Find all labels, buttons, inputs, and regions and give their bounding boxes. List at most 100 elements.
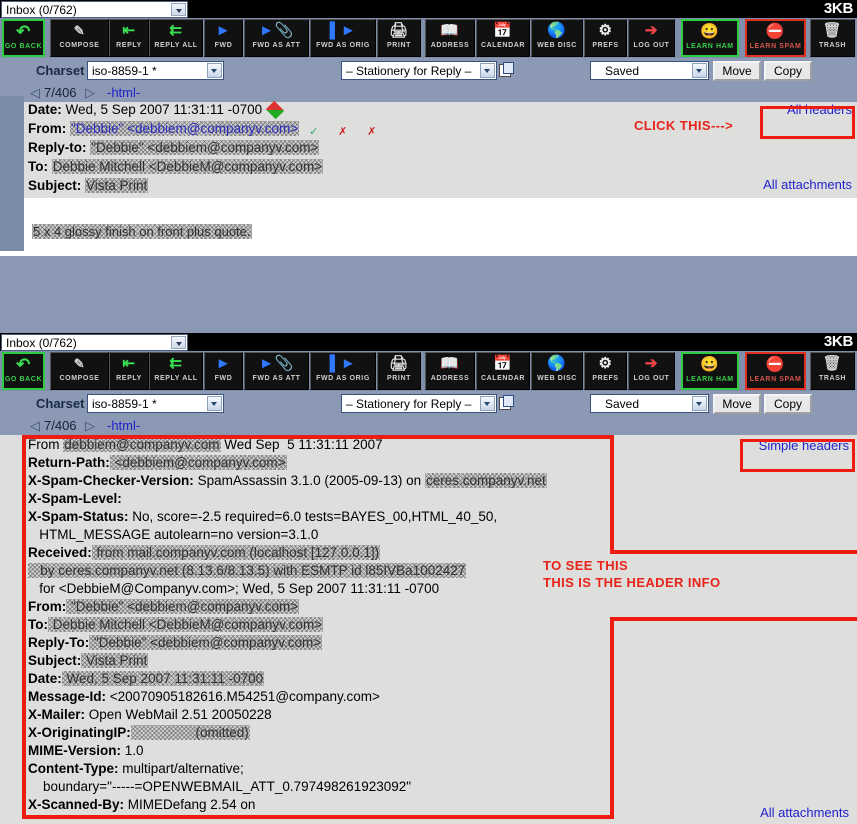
raw-header-line: From: "Debbie" <debbiem@companyv.com> [28, 599, 299, 617]
chevron-down-icon-2[interactable] [171, 336, 186, 349]
html-view-link[interactable]: -html- [107, 418, 140, 433]
copy-button[interactable]: Copy [764, 394, 812, 414]
raw-header-line: X-OriginatingIP: (omitted) [28, 725, 250, 743]
message-counter: 7/406 [44, 85, 77, 100]
chevron-down-icon[interactable] [692, 396, 707, 411]
copy-stationery-icon[interactable] [499, 395, 514, 411]
charset-toolbar-2: Charset iso-8859-1 * – Stationery for Repl… [0, 391, 857, 417]
folder-select[interactable]: Inbox (0/762) [1, 1, 188, 18]
toolbar-button-label: REPLY ALL [154, 42, 198, 49]
delete-contact-icon[interactable]: ✗ [367, 125, 382, 139]
target-folder-select[interactable]: Saved [590, 61, 709, 80]
stationery-select[interactable]: – Stationery for Reply – [341, 394, 497, 413]
copy-button[interactable]: Copy [764, 61, 812, 81]
raw-header-name: MIME-Version: [28, 743, 122, 758]
prev-message-button[interactable]: ◁ [30, 418, 40, 434]
copy-stationery-icon[interactable] [499, 62, 514, 78]
charset-select[interactable]: iso-8859-1 * [87, 394, 224, 413]
toolbar-button-compose[interactable]: ✎ COMPOSE [50, 19, 109, 57]
toolbar-button-reply[interactable]: ⇤ REPLY [109, 19, 149, 57]
toolbar-button-label: ADDRESS [430, 42, 470, 49]
add-contact-icon[interactable]: ✓ [309, 125, 324, 139]
toolbar-button-compose[interactable]: ✎ COMPOSE [50, 352, 109, 390]
toolbar-button-label: GO BACK [4, 376, 43, 383]
toolbar-button-fwd-as-att[interactable]: ►📎 FWD AS ATT [244, 352, 309, 390]
charset-select[interactable]: iso-8859-1 * [87, 61, 224, 80]
toolbar-button-go-back[interactable]: ↶ GO BACK [2, 19, 45, 57]
toolbar-button-reply-all[interactable]: ⇇ REPLY ALL [149, 352, 203, 390]
raw-header-line: From debbiem@companyv.com Wed Sep 5 11:3… [28, 437, 383, 455]
header-field-name: Reply-to: [28, 140, 91, 155]
toolbar-button-prefs[interactable]: ⚙ PREFS [584, 19, 627, 57]
toolbar-button-address[interactable]: 📖 ADDRESS [425, 352, 475, 390]
toolbar-button-trash[interactable]: 🗑 TRASH [810, 19, 855, 57]
toolbar-button-calendar[interactable]: 📅 CALENDAR [476, 19, 530, 57]
all-attachments-link[interactable]: All attachments [763, 177, 852, 192]
toolbar-button-web-disc[interactable]: 🌎 WEB DISC [531, 352, 583, 390]
chevron-down-icon[interactable] [171, 3, 186, 16]
move-button[interactable]: Move [713, 61, 761, 81]
toolbar-button-fwd[interactable]: ► FWD [204, 352, 243, 390]
reply-all-icon: ⇇ [169, 355, 183, 372]
toolbar-button-fwd-as-att[interactable]: ►📎 FWD AS ATT [244, 19, 309, 57]
toolbar-button-learn-spam[interactable]: ⛔ LEARN SPAM [745, 19, 806, 57]
toolbar-button-label: FWD [214, 42, 233, 49]
toolbar-button-label: PRINT [387, 42, 411, 49]
chevron-down-icon[interactable] [480, 63, 495, 78]
stationery-select-value: – Stationery for Reply – [346, 397, 472, 411]
toolbar-button-web-disc[interactable]: 🌎 WEB DISC [531, 19, 583, 57]
prev-message-button[interactable]: ◁ [30, 85, 40, 101]
header-box-outline-right-upper [610, 435, 614, 554]
next-message-button[interactable]: ▷ [85, 418, 95, 434]
toolbar-button-reply[interactable]: ⇤ REPLY [109, 352, 149, 390]
toolbar-button-fwd-as-orig[interactable]: ▌► FWD AS ORIG [310, 352, 376, 390]
chevron-down-icon[interactable] [207, 63, 222, 78]
toolbar-button-address[interactable]: 📖 ADDRESS [425, 19, 475, 57]
toolbar-button-fwd[interactable]: ► FWD [204, 19, 243, 57]
raw-header-name: X-OriginatingIP: [28, 725, 131, 740]
html-view-link[interactable]: -html- [107, 85, 140, 100]
next-arrow-icon: ▷ [85, 85, 95, 100]
toolbar-button-learn-spam[interactable]: ⛔ LEARN SPAM [745, 352, 806, 390]
toolbar-button-prefs[interactable]: ⚙ PREFS [584, 352, 627, 390]
toolbar-button-log-out[interactable]: ➔ LOG OUT [628, 352, 675, 390]
toolbar-button-label: FWD AS ATT [252, 42, 301, 49]
address-book-icon: 📖 [440, 355, 460, 372]
forward-icon: ► [215, 355, 232, 372]
toolbar-button-calendar[interactable]: 📅 CALENDAR [476, 352, 530, 390]
folder-select-2[interactable]: Inbox (0/762) [1, 334, 188, 351]
raw-header-line: X-Spam-Level: [28, 491, 122, 509]
header-field-from: From: "Debbie" <debbiem@companyv.com> ✓ ✗ ✗ [28, 121, 382, 140]
toolbar-button-learn-ham[interactable]: 😀 LEARN HAM [681, 352, 739, 390]
prev-arrow-icon: ◁ [30, 418, 40, 433]
raw-header-name: To: [28, 617, 48, 632]
raw-header-line: Reply-To: "Debbie" <debbiem@companyv.com… [28, 635, 322, 653]
raw-header-value: HTML_MESSAGE autolearn=no version=3.1.0 [28, 527, 319, 542]
toolbar-button-label: WEB DISC [537, 42, 577, 49]
charset-select-value: iso-8859-1 * [92, 397, 157, 411]
chevron-down-icon[interactable] [692, 63, 707, 78]
toolbar-button-trash[interactable]: 🗑 TRASH [810, 352, 855, 390]
gear-wrench-icon: ⚙ [598, 355, 613, 372]
toolbar-button-print[interactable]: 🖨 PRINT [377, 352, 421, 390]
toolbar-button-label: REPLY [116, 375, 142, 382]
full-headers-panel: Inbox (0/762) 3KB ↶ GO BACK ✎ COMPOSE ⇤ REPLY… [0, 333, 857, 824]
stationery-select[interactable]: – Stationery for Reply – [341, 61, 497, 80]
chevron-down-icon[interactable] [480, 396, 495, 411]
next-message-button[interactable]: ▷ [85, 85, 95, 101]
chevron-down-icon[interactable] [207, 396, 222, 411]
move-button[interactable]: Move [713, 394, 761, 414]
toolbar-button-fwd-as-orig[interactable]: ▌► FWD AS ORIG [310, 19, 376, 57]
annotation-to-see-this: TO SEE THIS [543, 558, 629, 573]
toolbar-button-log-out[interactable]: ➔ LOG OUT [628, 19, 675, 57]
toolbar-button-print[interactable]: 🖨 PRINT [377, 19, 421, 57]
raw-header-name: From: [28, 599, 67, 614]
block-contact-icon[interactable]: ✗ [338, 125, 353, 139]
target-folder-select[interactable]: Saved [590, 394, 709, 413]
toolbar-button-reply-all[interactable]: ⇇ REPLY ALL [149, 19, 203, 57]
toolbar-button-go-back[interactable]: ↶ GO BACK [2, 352, 45, 390]
message-nav-row-2: ◁ 7/406 ▷ -html- [0, 417, 857, 435]
toolbar-button-learn-ham[interactable]: 😀 LEARN HAM [681, 19, 739, 57]
priority-diamond-icon [265, 100, 285, 120]
raw-header-value: debbiem@companyv.com [64, 437, 220, 452]
